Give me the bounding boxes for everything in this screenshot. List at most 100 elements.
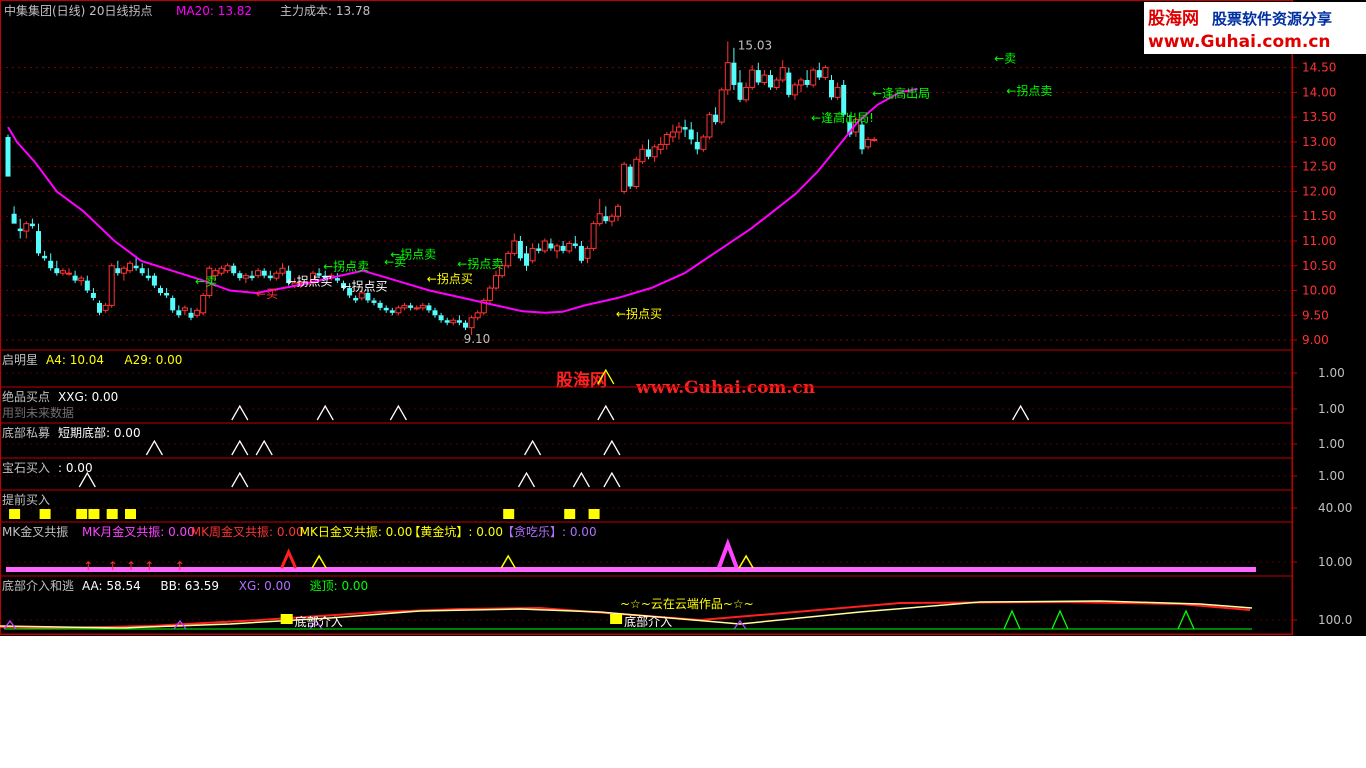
candle-down (688, 129, 694, 140)
price-tick-label: 13.50 (1302, 110, 1336, 124)
price-tick-label: 11.00 (1302, 234, 1336, 248)
candle-down (97, 302, 102, 313)
candle-down (829, 80, 834, 98)
candle-down (859, 124, 865, 150)
candle-up (566, 242, 573, 252)
candle-up (657, 143, 664, 150)
panel-label: 【贪吃乐】: 0.00 (502, 524, 597, 539)
panel-label: AA: 58.54 (82, 579, 141, 593)
candle-down (438, 315, 444, 321)
candle-down (463, 322, 468, 328)
candle-up (743, 86, 750, 101)
candle-up (865, 138, 872, 148)
price-tick-label: 10.50 (1302, 259, 1336, 273)
panel-label: XG: 0.00 (239, 579, 291, 593)
buy-block (88, 509, 100, 519)
candle-down (383, 307, 389, 311)
panel-label: A4: 10.04 (46, 353, 104, 367)
candle-down (158, 288, 163, 293)
candle-down (682, 127, 688, 130)
mk-red-peak (280, 548, 297, 569)
candle-down (145, 275, 151, 279)
signal-marker (572, 471, 590, 488)
mk-red-mark: ↑ (126, 559, 136, 573)
price-signal: ←逢高出局! (811, 110, 874, 125)
panel-tick-label: 1.00 (1318, 366, 1345, 380)
price-signal: ←拐点卖 (323, 259, 369, 274)
panel-label: BB: 63.59 (160, 579, 219, 593)
panel-label: 【黄金坑】: 0.00 (408, 524, 503, 539)
logo-slogan: 股票软件资源分享 (1212, 10, 1332, 28)
price-tick-label: 14.50 (1302, 61, 1336, 75)
signal-marker (231, 439, 249, 456)
buy-block (39, 509, 51, 519)
candle-up (669, 131, 676, 138)
candle-down (816, 70, 822, 78)
candle-down (456, 320, 462, 323)
candle-up (590, 223, 597, 249)
stock-chart: 中集集团(日线) 20日线拐点 MA20: 13.82 主力成本: 13.78 股海网… (0, 0, 1366, 635)
panel-annotation: ~☆~云在云端作品~☆~ (620, 597, 754, 611)
chart-stage: 中集集团(日线) 20日线拐点 MA20: 13.82 主力成本: 13.78 股海网… (0, 0, 1366, 636)
buy-block (588, 509, 600, 519)
candle-down (36, 231, 41, 254)
signal-marker (389, 404, 407, 421)
price-tick-label: 12.00 (1302, 184, 1336, 198)
candle-up (541, 240, 548, 252)
signal-marker (517, 471, 536, 488)
candle-down (237, 273, 243, 279)
candle-down (72, 275, 78, 281)
candle-down (646, 149, 651, 157)
price-signal: ←卖 (994, 52, 1016, 66)
candle-down (694, 141, 700, 150)
buy-block (503, 509, 515, 519)
candle-up (23, 223, 30, 232)
candle-up (554, 245, 560, 252)
mk-red-mark: ↑ (83, 559, 93, 573)
candle-down (188, 312, 194, 318)
panel-title: 绝品买点 (2, 389, 50, 404)
candle-up (395, 307, 402, 314)
price-signal: ←卖 (195, 275, 217, 289)
candle-up (273, 272, 280, 279)
mk-magenta-peak (716, 538, 739, 569)
candle-up (791, 84, 798, 96)
panel-title: 启明星 (2, 353, 38, 367)
candle-down (426, 305, 432, 311)
candle-up (810, 69, 817, 86)
candle-up (493, 275, 499, 289)
candle-up (279, 267, 286, 274)
mk-red-mark: ↑ (175, 559, 185, 573)
signal-marker (145, 439, 163, 456)
signal-marker (1012, 404, 1030, 421)
signal-marker (603, 471, 621, 488)
candle-up (468, 317, 475, 329)
candle-down (713, 114, 719, 123)
price-tick-label: 13.00 (1302, 135, 1336, 149)
candle-down (737, 82, 743, 100)
panel-title: 底部私募 (2, 425, 50, 440)
candle-up (450, 319, 457, 324)
candle-up (779, 67, 786, 81)
candle-down (5, 136, 11, 177)
candle-down (627, 166, 633, 187)
high-price-label: 15.03 (738, 38, 772, 52)
candle-down (365, 292, 371, 301)
candle-down (176, 310, 182, 316)
candle-up (633, 158, 640, 187)
signal-marker (524, 439, 542, 456)
candle-down (84, 280, 90, 291)
bottom-entry-block (610, 614, 623, 624)
candle-up (413, 307, 420, 310)
candle-up (66, 272, 72, 275)
logo-brand: 股海网 (1148, 8, 1199, 29)
candle-down (133, 265, 139, 269)
mk-red-mark: ↑ (144, 559, 154, 573)
candle-up (749, 69, 756, 88)
panel-label: XXG: 0.00 (58, 390, 118, 404)
price-tick-label: 9.50 (1302, 308, 1329, 322)
escape-top-marker (1177, 609, 1195, 630)
panel-label: MK月金叉共振: 0.00 (82, 524, 195, 539)
signal-marker (603, 439, 621, 456)
price-signal: ←拐点卖 (1006, 83, 1052, 98)
